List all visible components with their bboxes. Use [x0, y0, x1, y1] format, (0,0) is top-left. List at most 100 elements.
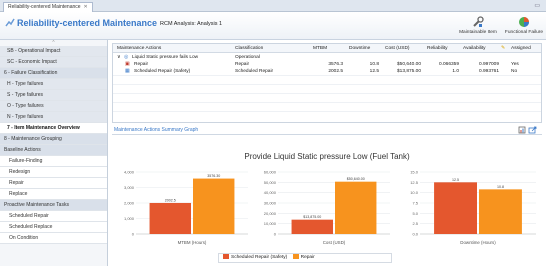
y-tick-label: 3,000: [124, 185, 135, 190]
toolbox-icon: ▣: [125, 62, 130, 67]
sidebar-item[interactable]: Repair: [0, 178, 107, 189]
col-header[interactable]: Availability: [463, 44, 499, 53]
sidebar-item[interactable]: S - Type failures: [0, 90, 107, 101]
col-header[interactable]: Reliability: [427, 44, 459, 53]
sidebar-item[interactable]: 7 - Item Maintenance Overview: [0, 123, 107, 134]
bar-scheduled-repair[interactable]: [434, 182, 477, 234]
chart-legend: Scheduled Repair (Safety) Repair: [218, 253, 392, 263]
sidebar-item[interactable]: O - Type failures: [0, 101, 107, 112]
data-label: 12.5: [452, 178, 459, 182]
downtime-cell: 10.8: [369, 62, 379, 67]
downtime-chart: 0.0 2.5 5.0 7.5 10.0 12.5 15.0 12.5 10.8 Downtime…: [410, 170, 536, 245]
sidebar-item[interactable]: Proactive Maintenance Tasks: [0, 200, 107, 211]
assigned-cell: No: [511, 69, 518, 74]
row-divider: [113, 102, 541, 103]
chart-settings-icon[interactable]: [518, 126, 526, 134]
cost-chart: 0 10,000 20,000 30,000 40,000 50,000 60,000 $13…: [264, 170, 390, 245]
col-header[interactable]: Classification: [235, 44, 295, 53]
bar-repair[interactable]: [193, 178, 235, 234]
analysis-name: RCM Analysis: Analysis 1: [160, 21, 223, 27]
classification-cell: Scheduled Repair: [235, 69, 274, 74]
col-header[interactable]: MTBM: [313, 44, 343, 53]
window-controls[interactable]: ▭: [534, 2, 540, 9]
y-tick-label: 1,000: [124, 216, 135, 221]
page-header: Reliability-centered Maintenance RCM Ana…: [0, 12, 546, 40]
functional-failure-button[interactable]: Functional Failure: [502, 14, 546, 35]
sidebar-item[interactable]: Scheduled Repair: [0, 211, 107, 222]
legend-swatch-repair: [292, 254, 299, 259]
sidebar-item[interactable]: Baseline Actions: [0, 145, 107, 156]
legend-swatch-scheduled: [223, 254, 229, 259]
sidebar-item[interactable]: Scheduled Replace: [0, 222, 107, 233]
page-title: Reliability-centered Maintenance: [17, 18, 158, 28]
cost-cell: $13,875.00: [396, 69, 421, 74]
bar-repair[interactable]: [335, 181, 377, 234]
sidebar-item[interactable]: Replace: [0, 189, 107, 200]
group-row[interactable]: ∨ ◎ Liquid Static pressure fails Low Ope…: [113, 54, 541, 61]
y-tick-label: 4,000: [124, 170, 135, 175]
y-tick-label: 40,000: [264, 190, 277, 195]
y-tick-label: 0: [132, 232, 135, 237]
graph-toolbar: [518, 126, 538, 136]
y-tick-label: 0: [274, 232, 277, 237]
col-header[interactable]: Downtime: [349, 44, 379, 53]
sidebar: ⌃ SB - Operational Impact SC - Economic I…: [0, 40, 108, 266]
sidebar-item[interactable]: 6 - Failure Classification: [0, 68, 107, 79]
x-axis-label: Cost (USD): [323, 240, 346, 245]
table-row[interactable]: ▣ Repair Repair 3576.3 10.8 $50,640.00 0…: [113, 61, 541, 68]
chart-title: Provide Liquid Static pressure Low (Fuel…: [244, 152, 410, 161]
mtbm-cell: 3576.3: [328, 62, 343, 67]
y-tick-label: 60,000: [264, 170, 277, 175]
col-header[interactable]: Assigned: [511, 44, 541, 53]
y-tick-label: 7.5: [412, 201, 418, 206]
group-classification: Operational: [235, 55, 260, 60]
y-tick-label: 50,000: [264, 180, 277, 185]
reliability-cell: 1.0: [452, 69, 459, 74]
pie-chart-icon: [502, 14, 546, 30]
bar-scheduled-repair[interactable]: [149, 202, 191, 234]
sidebar-item[interactable]: On Condition: [0, 233, 107, 244]
grid-header-row: Maintenance Actions Classification MTBM …: [113, 44, 541, 53]
sidebar-item[interactable]: Failure-Finding: [0, 156, 107, 167]
functional-failure-label: Functional Failure: [504, 30, 544, 35]
legend-label: Scheduled Repair (Safety): [231, 255, 288, 260]
data-label: 2002.5: [165, 198, 176, 202]
mtbm-chart: 0 1,000 2,000 3,000 4,000 2002.5 3576.30 MTBM (…: [124, 170, 248, 245]
maintainable-item-button[interactable]: Maintainable Item: [456, 14, 500, 35]
y-tick-label: 10,000: [264, 221, 277, 226]
col-header[interactable]: Cost (USD): [385, 44, 421, 53]
maintainable-item-label: Maintainable Item: [459, 30, 497, 35]
row-divider: [113, 84, 541, 85]
table-row[interactable]: ▦ Scheduled Repair (Safety) Scheduled Re…: [113, 68, 541, 75]
col-header[interactable]: Maintenance Actions: [117, 44, 227, 53]
tab-rcm[interactable]: Reliability-centered Maintenance ✕: [3, 2, 93, 12]
sidebar-item[interactable]: N - Type failures: [0, 112, 107, 123]
sidebar-item[interactable]: SC - Economic Impact: [0, 57, 107, 68]
summary-graph-title: Maintenance Actions Summary Graph: [114, 127, 199, 133]
reliability-cell: 0.066359: [438, 62, 459, 67]
y-tick-label: 10.0: [410, 190, 419, 195]
tab-label: Reliability-centered Maintenance: [8, 4, 81, 10]
y-tick-label: 12.5: [410, 180, 419, 185]
legend-label: Repair: [300, 255, 315, 260]
maintenance-actions-grid: Maintenance Actions Classification MTBM …: [112, 43, 542, 123]
document-tab-bar: Reliability-centered Maintenance ✕ ▭: [0, 0, 546, 12]
calendar-icon: ▦: [125, 69, 130, 74]
x-axis-label: Downtime (Hours): [460, 240, 496, 245]
y-tick-label: 0.0: [412, 232, 418, 237]
bar-repair[interactable]: [479, 189, 522, 234]
sidebar-item[interactable]: Redesign: [0, 167, 107, 178]
rcm-logo-icon: [5, 18, 15, 27]
data-label: $50,640.00: [347, 177, 365, 181]
export-icon[interactable]: [528, 126, 537, 134]
sidebar-item[interactable]: SB - Operational Impact: [0, 46, 107, 57]
availability-cell: 0.993761: [478, 69, 499, 74]
row-divider: [113, 75, 541, 76]
sidebar-item[interactable]: 8 - Maintenance Grouping: [0, 134, 107, 145]
bar-scheduled-repair[interactable]: [291, 219, 333, 234]
y-tick-label: 20,000: [264, 211, 277, 216]
close-icon[interactable]: ✕: [84, 4, 88, 10]
sidebar-item[interactable]: H - Type failures: [0, 79, 107, 90]
downtime-cell: 12.5: [369, 69, 379, 74]
wrench-icon: [456, 14, 500, 30]
